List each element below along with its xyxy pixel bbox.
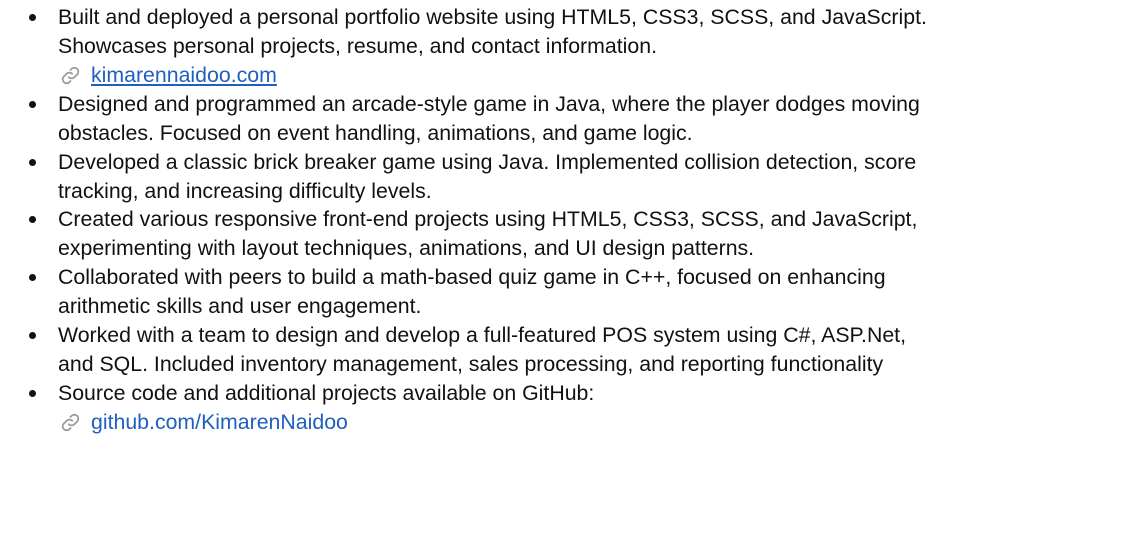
bullet-icon <box>29 389 36 397</box>
link-icon <box>60 65 81 86</box>
bullet-icon <box>29 158 36 166</box>
portfolio-link-row: kimarennaidoo.com <box>58 61 1142 90</box>
bullet-icon <box>29 14 36 21</box>
list-item: Source code and additional projects avai… <box>0 379 1142 437</box>
item-text-line: Showcases personal projects, resume, and… <box>58 33 657 58</box>
bullet-icon <box>29 332 36 340</box>
item-text-line: tracking, and increasing difficulty leve… <box>58 178 432 203</box>
item-text-line: Built and deployed a personal portfolio … <box>58 5 927 29</box>
item-text-line: Developed a classic brick breaker game u… <box>58 149 917 174</box>
link-icon <box>60 412 81 433</box>
item-text-line: and SQL. Included inventory management, … <box>58 351 884 376</box>
projects-list: Built and deployed a personal portfolio … <box>0 3 1142 437</box>
bullet-icon <box>29 216 36 224</box>
item-text-line: Collaborated with peers to build a math-… <box>58 265 886 290</box>
github-link-row: github.com/KimarenNaidoo <box>58 408 1142 437</box>
item-text-line: Created various responsive front-end pro… <box>58 207 918 232</box>
item-text-line: Source code and additional projects avai… <box>58 380 595 405</box>
list-item: Developed a classic brick breaker game u… <box>0 148 1142 206</box>
github-link[interactable]: github.com/KimarenNaidoo <box>91 408 348 437</box>
item-text-line: obstacles. Focused on event handling, an… <box>58 120 693 145</box>
item-text-line: arithmetic skills and user engagement. <box>58 294 422 319</box>
list-item: Worked with a team to design and develop… <box>0 321 1142 379</box>
bullet-icon <box>29 274 36 282</box>
item-text-line: Worked with a team to design and develop… <box>58 323 906 348</box>
document-page: Built and deployed a personal portfolio … <box>0 0 1142 553</box>
list-item: Built and deployed a personal portfolio … <box>0 3 1142 90</box>
item-text-line: experimenting with layout techniques, an… <box>58 236 755 261</box>
item-text-line: Designed and programmed an arcade-style … <box>58 91 920 116</box>
list-item: Created various responsive front-end pro… <box>0 205 1142 263</box>
portfolio-link[interactable]: kimarennaidoo.com <box>91 61 277 90</box>
list-item: Collaborated with peers to build a math-… <box>0 263 1142 321</box>
list-item: Designed and programmed an arcade-style … <box>0 90 1142 148</box>
bullet-icon <box>29 100 36 108</box>
